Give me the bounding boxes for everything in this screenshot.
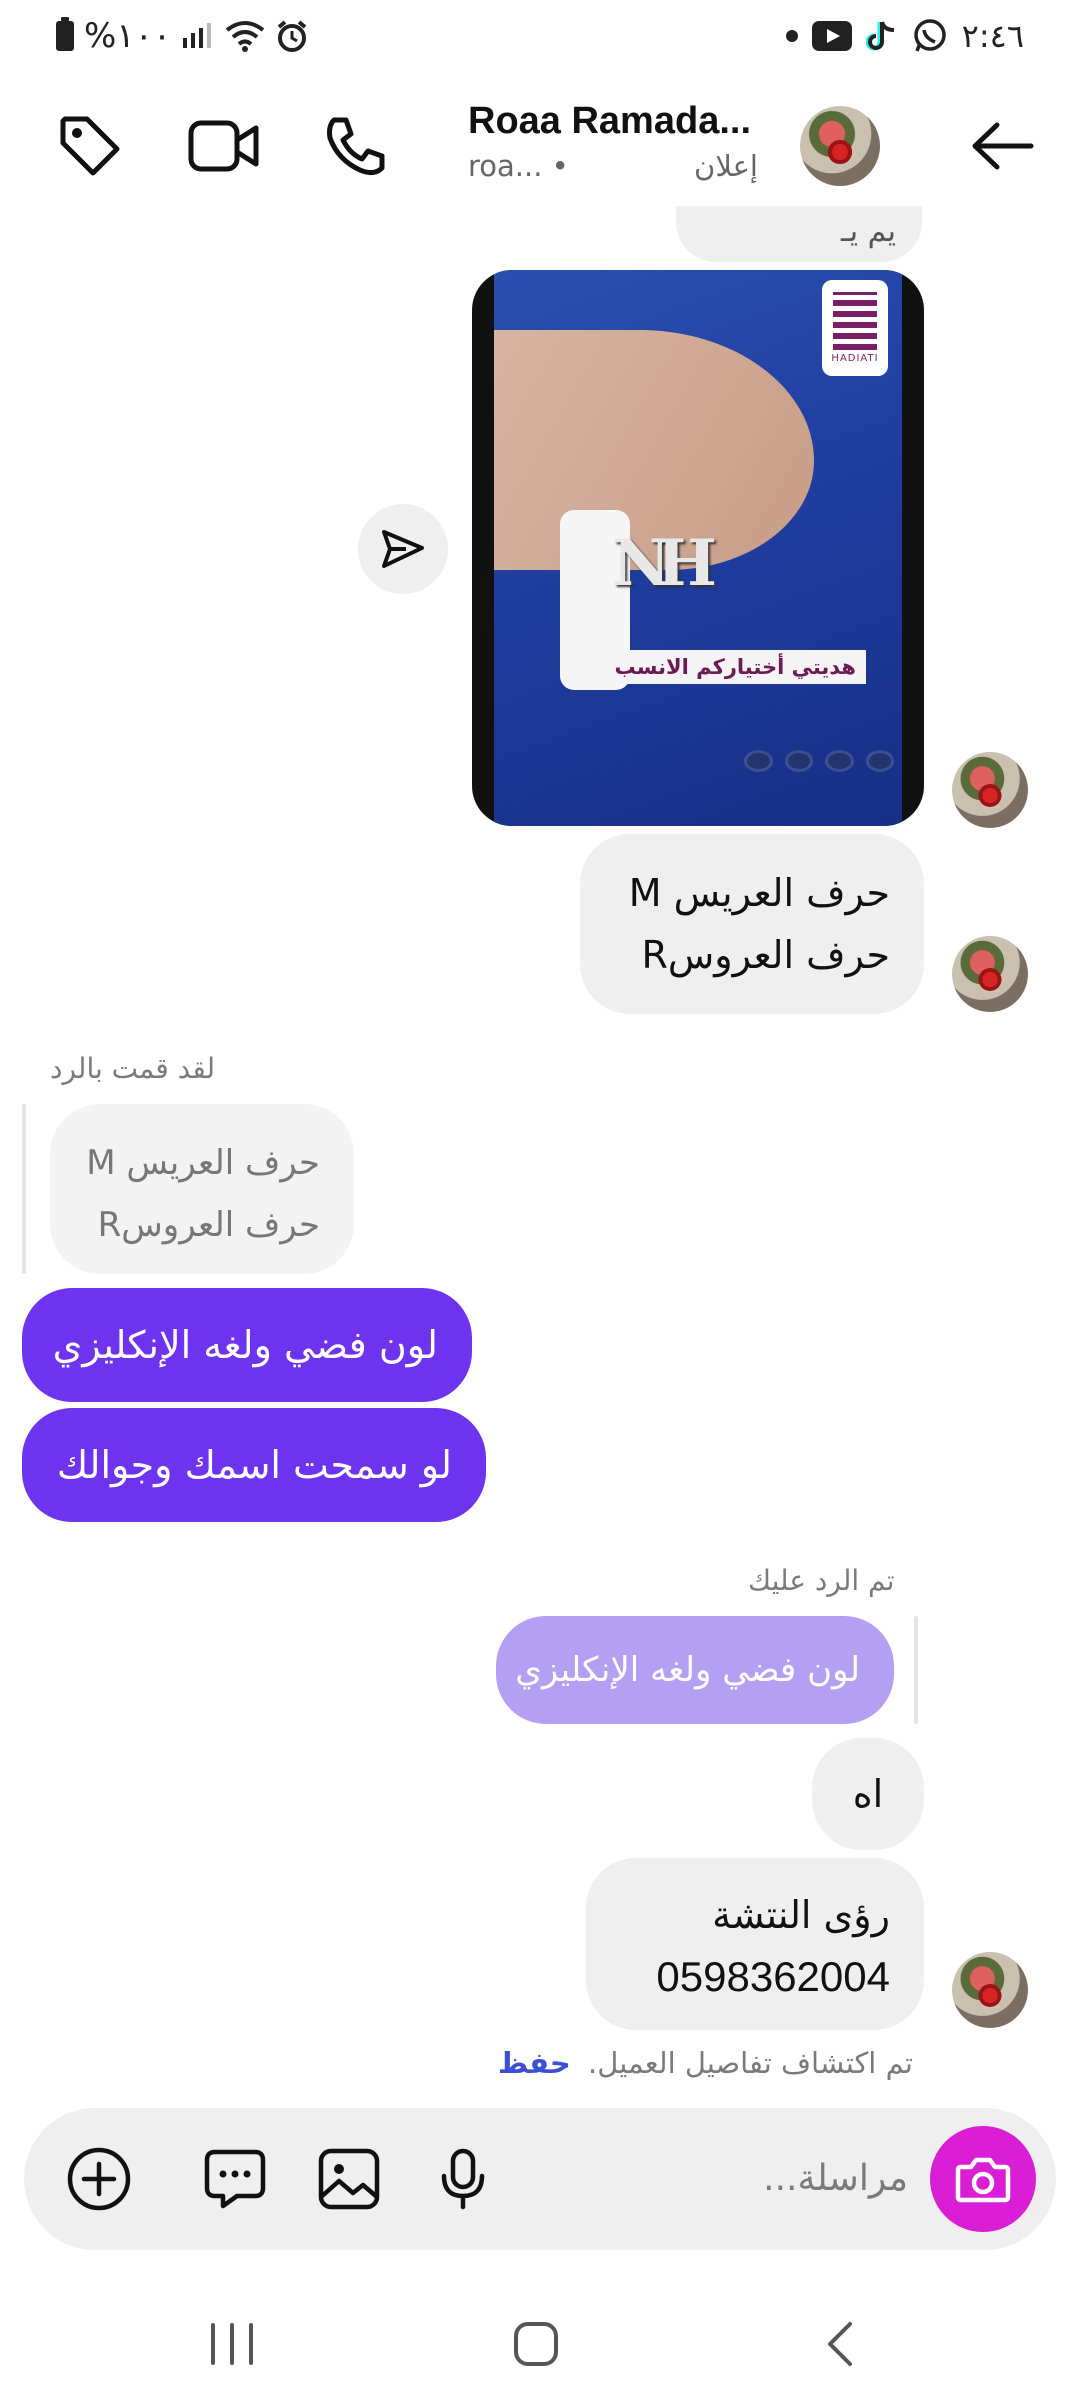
notification-dot: [785, 30, 798, 42]
message-input[interactable]: [548, 2138, 908, 2218]
tiktok-icon: [865, 21, 894, 51]
send-icon: [382, 530, 424, 568]
outgoing-message: لو سمحت اسمك وجوالك: [22, 1408, 486, 1522]
status-right: ٢:٤٦: [785, 14, 1024, 58]
media-photo: NH HADIATI هديتي أختياركم الانسب: [494, 270, 902, 826]
back-button[interactable]: [780, 2306, 900, 2382]
photo-cufflink: NH: [612, 526, 717, 601]
nav-back-icon: [828, 2322, 852, 2366]
alarm-icon: [277, 20, 307, 52]
incoming-message: اه: [812, 1738, 924, 1850]
microphone-icon[interactable]: [428, 2144, 498, 2214]
youtube-icon: [811, 21, 852, 51]
photo-sleeve-buttons: [744, 750, 894, 780]
sender-avatar[interactable]: [952, 1952, 1028, 2028]
video-call-icon[interactable]: [186, 108, 262, 184]
recent-apps-button[interactable]: [172, 2306, 292, 2382]
contact-avatar[interactable]: [800, 106, 880, 186]
tag-icon[interactable]: [52, 108, 128, 184]
home-button[interactable]: [476, 2306, 596, 2382]
quoted-line: حرف العروسR: [97, 1205, 320, 1245]
chat-bubble-icon[interactable]: [200, 2144, 270, 2214]
contact-subtitle: roa... • إعلان: [468, 149, 758, 183]
sender-avatar[interactable]: [952, 936, 1028, 1012]
message-line: حرف العريس M: [628, 871, 890, 915]
camera-icon: [955, 2157, 1011, 2203]
partial-message: يم يـ: [676, 206, 922, 262]
quoted-text: لون فضي ولغه الإنكليزي: [515, 1650, 860, 1690]
brand-mark: [833, 292, 877, 350]
media-caption-label: هديتي أختياركم الانسب: [604, 650, 866, 684]
message-text: اه: [852, 1772, 884, 1816]
brand-logo: HADIATI: [822, 280, 888, 376]
whatsapp-icon: [913, 19, 946, 52]
signal-icon: [183, 23, 212, 48]
outgoing-message: لون فضي ولغه الإنكليزي: [22, 1288, 472, 1402]
quote-indicator: [22, 1104, 26, 1274]
phone-icon[interactable]: [318, 108, 394, 184]
incoming-message: رؤى النتشة 0598362004: [586, 1858, 924, 2030]
battery-icon: [56, 17, 74, 51]
customer-detected-text: تم اكتشاف تفاصيل العميل.: [588, 2046, 913, 2080]
quoted-line: حرف العريس M: [86, 1143, 320, 1183]
status-left: %١٠٠: [56, 14, 309, 58]
contact-handle: roa...: [468, 149, 543, 183]
sender-avatar[interactable]: [952, 752, 1028, 828]
home-icon: [514, 2322, 558, 2366]
quoted-message[interactable]: حرف العريس M حرف العروسR: [50, 1104, 354, 1274]
message-composer: [24, 2108, 1056, 2250]
customer-details-notice: تم اكتشاف تفاصيل العميل. حفظ: [498, 2046, 913, 2080]
camera-button[interactable]: [930, 2126, 1036, 2232]
recent-apps-icon: [211, 2323, 253, 2365]
partial-message-text: يم يـ: [841, 214, 896, 249]
reply-context-label: لقد قمت بالرد: [50, 1052, 216, 1085]
clock: ٢:٤٦: [961, 17, 1024, 55]
wifi-icon: [225, 21, 265, 52]
share-button[interactable]: [358, 504, 448, 594]
message-line: حرف العروسR: [641, 933, 890, 977]
quote-indicator: [914, 1616, 918, 1724]
image-icon[interactable]: [314, 2144, 384, 2214]
back-arrow-icon[interactable]: [964, 108, 1040, 184]
quoted-outgoing-message[interactable]: لون فضي ولغه الإنكليزي: [496, 1616, 894, 1724]
message-text: لو سمحت اسمك وجوالك: [56, 1443, 452, 1487]
message-text: لون فضي ولغه الإنكليزي: [52, 1323, 438, 1367]
media-message-image[interactable]: NH HADIATI هديتي أختياركم الانسب: [472, 270, 924, 826]
add-circle-icon[interactable]: [64, 2144, 134, 2214]
message-line: رؤى النتشة: [712, 1893, 890, 1937]
incoming-message: حرف العريس M حرف العروسR: [580, 834, 924, 1014]
replied-to-you-label: تم الرد عليك: [748, 1564, 895, 1597]
brand-text: HADIATI: [831, 353, 879, 364]
system-nav-bar: [0, 2280, 1080, 2408]
save-link[interactable]: حفظ: [498, 2046, 571, 2080]
status-bar: %١٠٠ ٢:٤٦: [0, 0, 1080, 72]
battery-level: %١٠٠: [84, 16, 172, 56]
contact-info[interactable]: Roaa Ramada... roa... • إعلان: [468, 100, 758, 183]
ad-label: إعلان: [694, 149, 758, 183]
phone-number[interactable]: 0598362004: [620, 1946, 890, 2008]
contact-name: Roaa Ramada...: [468, 100, 751, 142]
chat-header: Roaa Ramada... roa... • إعلان: [0, 86, 1080, 206]
